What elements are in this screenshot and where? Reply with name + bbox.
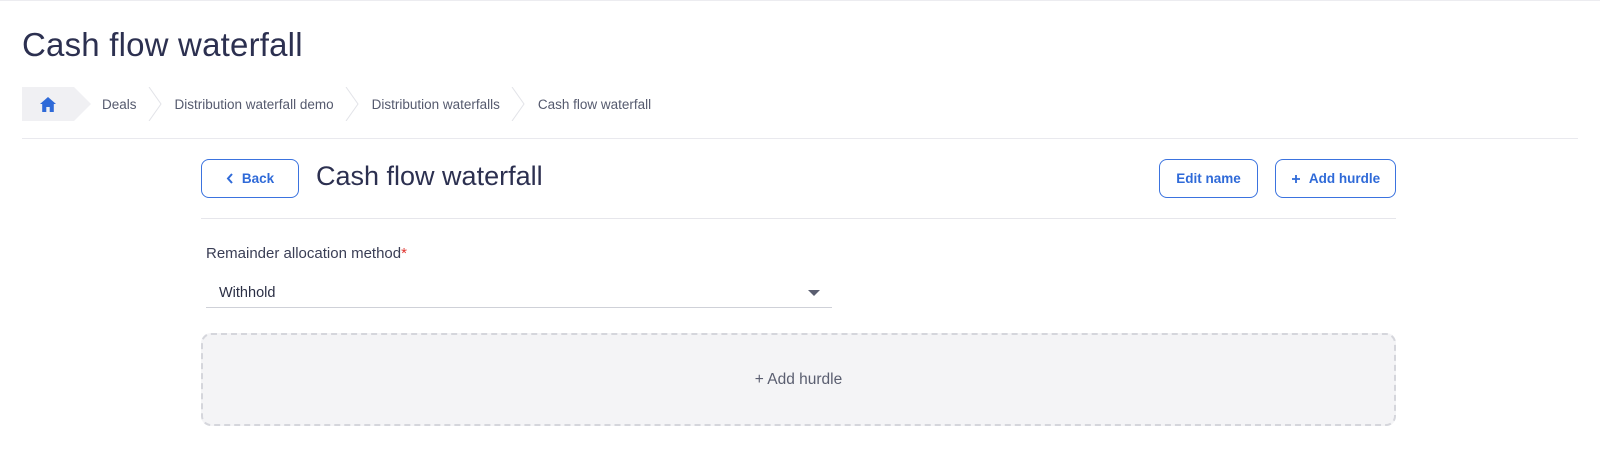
add-hurdle-dropzone-label: + Add hurdle	[754, 370, 843, 388]
breadcrumb-separator	[148, 87, 162, 121]
breadcrumb-item-deal[interactable]: Distribution waterfall demo	[165, 87, 362, 121]
breadcrumb-item-deals[interactable]: Deals	[92, 87, 165, 121]
breadcrumb-label: Distribution waterfalls	[371, 96, 500, 112]
chevron-left-icon	[226, 173, 233, 184]
remainder-allocation-select[interactable]: Withhold	[206, 278, 832, 308]
back-button-label: Back	[241, 171, 275, 186]
waterfall-title: Cash flow waterfall	[316, 161, 543, 191]
add-hurdle-label: Add hurdle	[1308, 171, 1381, 186]
plus-icon	[1291, 174, 1300, 183]
breadcrumb-label: Cash flow waterfall	[537, 96, 652, 112]
breadcrumb-home[interactable]	[22, 87, 91, 121]
remainder-allocation-label: Remainder allocation method*	[206, 245, 407, 262]
top-rule	[0, 0, 1600, 1]
breadcrumb-label: Deals	[102, 96, 137, 112]
breadcrumb-separator	[511, 87, 525, 121]
edit-name-button[interactable]: Edit name	[1159, 159, 1258, 198]
caret-down-icon	[808, 289, 820, 296]
home-icon	[40, 96, 56, 112]
edit-name-label: Edit name	[1176, 171, 1241, 186]
required-marker: *	[401, 245, 407, 262]
divider	[201, 218, 1396, 219]
breadcrumb: Deals Distribution waterfall demo Distri…	[22, 87, 651, 121]
field-label-text: Remainder allocation method	[206, 245, 402, 262]
add-hurdle-button[interactable]: Add hurdle	[1275, 159, 1396, 198]
breadcrumb-item-waterfalls[interactable]: Distribution waterfalls	[362, 87, 528, 121]
select-value: Withhold	[219, 284, 276, 301]
back-button[interactable]: Back	[201, 159, 299, 198]
add-hurdle-dropzone[interactable]: + Add hurdle	[201, 333, 1396, 426]
page-title: Cash flow waterfall	[22, 26, 303, 63]
breadcrumb-label: Distribution waterfall demo	[174, 96, 334, 112]
breadcrumb-item-current: Cash flow waterfall	[528, 87, 651, 121]
breadcrumb-separator	[345, 87, 359, 121]
divider	[22, 138, 1578, 139]
